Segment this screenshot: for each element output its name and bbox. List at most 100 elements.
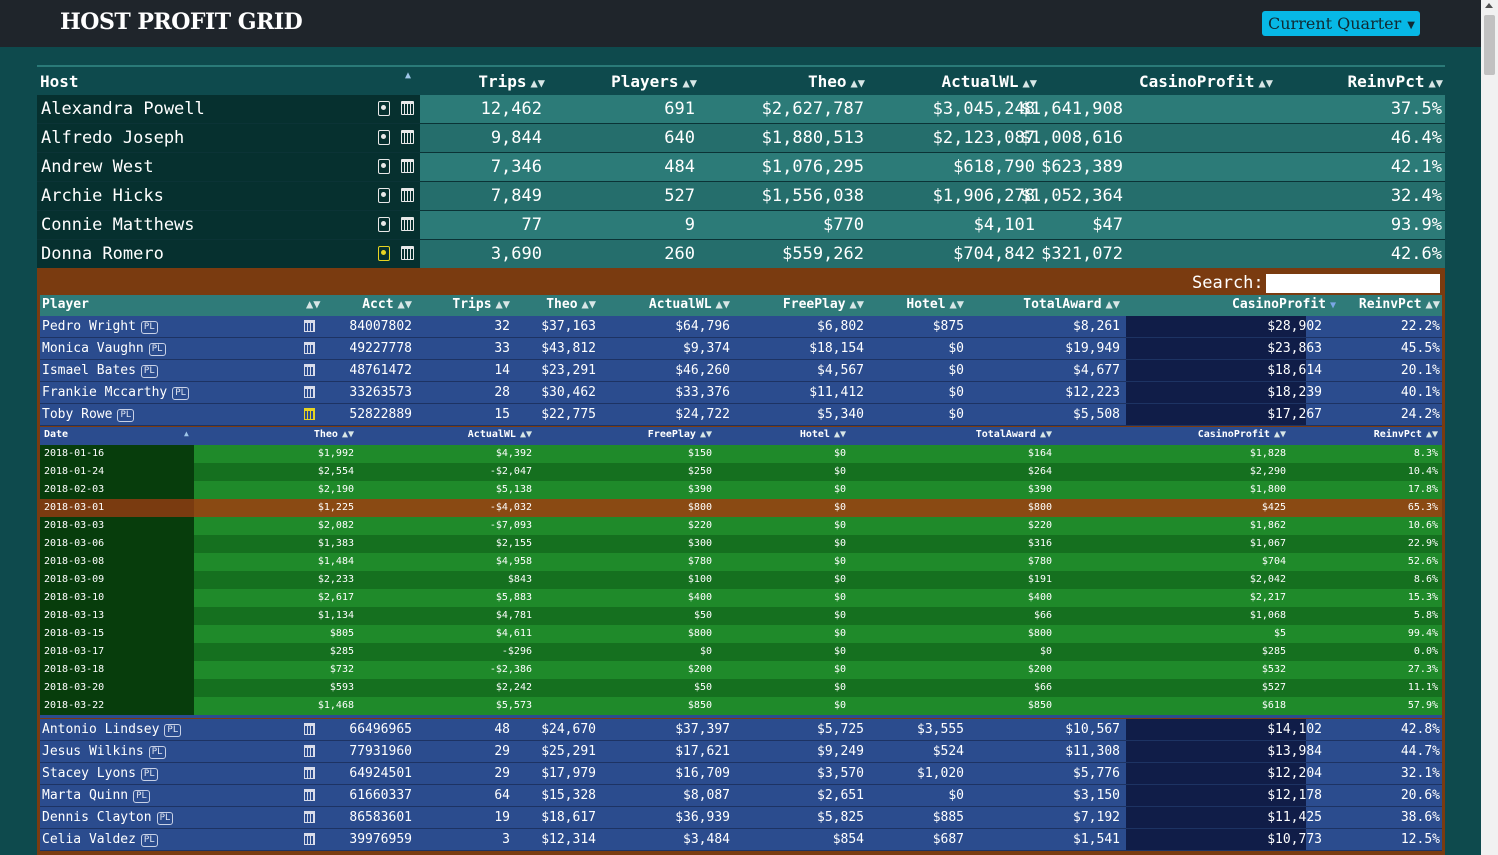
date-row[interactable]: 2018-03-18 $732 -$2,386 $200 $0 $200 $532 27.3% [40,661,1442,679]
calendar-icon[interactable] [304,811,315,823]
date-row[interactable]: 2018-02-03 $2,190 $5,138 $390 $0 $390 $1,800 17… [40,481,1442,499]
host-row[interactable]: Donna Romero $321,072 42.6% 3,690 260 $559,26… [37,240,1445,269]
pl-badge[interactable]: PL [148,746,166,759]
calendar-icon[interactable] [304,745,315,757]
col-casinoprofit[interactable]: CasinoProfit ▲▼ [1139,72,1273,91]
player-name-cell[interactable]: Dennis Clayton PL [42,807,174,828]
col-freeplay[interactable]: FreePlay ▲▼ [648,429,712,440]
player-row[interactable]: Monica Vaughn PL 49227778 33 $43,812 $9,374 $1… [40,338,1442,360]
pl-badge[interactable]: PL [133,790,150,803]
pl-badge[interactable]: PL [140,365,158,378]
col-casinoprofit[interactable]: CasinoProfit ▼ [1232,297,1336,312]
date-row[interactable]: 2018-03-13 $1,134 $4,781 $50 $0 $66 $1,068 5.8% [40,607,1442,625]
scroll-thumb[interactable] [1484,15,1495,75]
col-actualwl[interactable]: ActualWL ▲▼ [468,429,532,440]
sort-asc-icon[interactable]: ▲ [405,70,411,81]
calendar-icon[interactable] [304,789,315,801]
col-acct[interactable]: Acct ▲▼ [362,297,412,312]
host-name-cell[interactable]: Donna Romero [37,240,420,268]
player-name-cell[interactable]: Stacey Lyons PL [42,763,158,784]
pl-badge[interactable]: PL [156,812,174,825]
pl-badge[interactable]: PL [140,768,158,781]
host-name-cell[interactable]: Alfredo Joseph [37,124,420,152]
host-row[interactable]: Andrew West $623,389 42.1% 7,346 484 $1,076,2… [37,153,1445,182]
col-actualwl[interactable]: ActualWL ▲▼ [649,297,730,312]
player-list-icon[interactable] [378,159,390,174]
col-trips[interactable]: Trips ▲▼ [478,72,545,91]
date-row[interactable]: 2018-01-16 $1,992 $4,392 $150 $0 $164 $1,828 8.… [40,445,1442,463]
player-row[interactable]: Dennis Clayton PL 86583601 19 $18,617 $36,939… [40,807,1442,829]
col-player[interactable]: Player [42,297,89,312]
page-scrollbar[interactable] [1481,0,1498,855]
date-row[interactable]: 2018-03-10 $2,617 $5,883 $400 $0 $400 $2,217 15… [40,589,1442,607]
calendar-icon[interactable] [304,342,315,354]
col-reinvpct[interactable]: ReinvPct ▲▼ [1374,429,1438,440]
player-name-cell[interactable]: Monica Vaughn PL [42,338,166,359]
player-name-cell[interactable]: Jesus Wilkins PL [42,741,166,762]
col-theo[interactable]: Theo ▲▼ [546,297,596,312]
host-row[interactable]: Alfredo Joseph $1,008,616 46.4% 9,844 640 $1,… [37,124,1445,153]
calendar-icon[interactable] [401,246,414,260]
col-actualwl[interactable]: ActualWL ▲▼ [941,72,1037,91]
calendar-icon[interactable] [401,217,414,231]
date-row[interactable]: 2018-03-09 $2,233 $843 $100 $0 $191 $2,042 8.6% [40,571,1442,589]
date-row[interactable]: 2018-03-06 $1,383 $2,155 $300 $0 $316 $1,067 22… [40,535,1442,553]
col-host[interactable]: Host [40,72,79,91]
col-theo[interactable]: Theo ▲▼ [808,72,865,91]
search-input[interactable] [1266,274,1440,293]
host-name-cell[interactable]: Connie Matthews [37,211,420,239]
date-row[interactable]: 2018-03-17 $285 -$296 $0 $0 $0 $285 0.0% [40,643,1442,661]
player-row[interactable]: Frankie Mccarthy PL 33263573 28 $30,462 $33,3… [40,382,1442,404]
col-date[interactable]: Date [44,429,68,440]
pl-badge[interactable]: PL [117,409,135,422]
col-hotel[interactable]: Hotel ▲▼ [906,297,964,312]
col-reinvpct[interactable]: ReinvPct ▲▼ [1359,297,1440,312]
date-row[interactable]: 2018-03-08 $1,484 $4,958 $780 $0 $780 $704 52.6… [40,553,1442,571]
col-trips[interactable]: Trips ▲▼ [452,297,510,312]
calendar-icon[interactable] [304,408,315,420]
col-hotel[interactable]: Hotel ▲▼ [800,429,846,440]
player-row[interactable]: Celia Valdez PL 39976959 3 $12,314 $3,484 $854… [40,829,1442,851]
calendar-icon[interactable] [401,159,414,173]
col-reinvpct[interactable]: ReinvPct ▲▼ [1347,72,1443,91]
calendar-icon[interactable] [304,767,315,779]
calendar-icon[interactable] [401,188,414,202]
player-row[interactable]: Toby Rowe PL 52822889 15 $22,775 $24,722 $5,34… [40,404,1442,426]
sort-asc-icon[interactable]: ▲ [184,429,189,438]
date-row[interactable]: 2018-03-01 $1,225 -$4,032 $800 $0 $800 $425 65.… [40,499,1442,517]
pl-badge[interactable]: PL [172,387,190,400]
player-list-icon[interactable] [378,246,390,261]
player-row[interactable]: Marta Quinn PL 61660337 64 $15,328 $8,087 $2,6… [40,785,1442,807]
player-list-icon[interactable] [378,130,390,145]
sort-icon[interactable]: ▲▼ [302,297,320,312]
player-name-cell[interactable]: Marta Quinn PL [42,785,150,806]
pl-badge[interactable]: PL [164,724,182,737]
scroll-up-arrow-icon[interactable] [1485,3,1493,8]
host-name-cell[interactable]: Archie Hicks [37,182,420,210]
col-casinoprofit[interactable]: CasinoProfit ▲▼ [1198,429,1286,440]
player-name-cell[interactable]: Frankie Mccarthy PL [42,382,190,403]
player-name-cell[interactable]: Ismael Bates PL [42,360,158,381]
col-totalaward[interactable]: TotalAward ▲▼ [976,429,1052,440]
player-row[interactable]: Stacey Lyons PL 64924501 29 $17,979 $16,709 $3… [40,763,1442,785]
date-row[interactable]: 2018-03-22 $1,468 $5,573 $850 $0 $850 $618 57.9… [40,697,1442,715]
host-name-cell[interactable]: Andrew West [37,153,420,181]
player-list-icon[interactable] [378,101,390,116]
col-theo[interactable]: Theo ▲▼ [314,429,354,440]
calendar-icon[interactable] [304,833,315,845]
calendar-icon[interactable] [304,364,315,376]
pl-badge[interactable]: PL [140,321,158,334]
player-name-cell[interactable]: Pedro Wright PL [42,316,158,337]
calendar-icon[interactable] [304,723,315,735]
col-totalaward[interactable]: TotalAward ▲▼ [1023,297,1120,312]
player-row[interactable]: Antonio Lindsey PL 66496965 48 $24,670 $37,39… [40,719,1442,741]
host-name-cell[interactable]: Alexandra Powell [37,95,420,123]
pl-badge[interactable]: PL [148,343,166,356]
player-row[interactable]: Pedro Wright PL 84007802 32 $37,163 $64,796 $6… [40,316,1442,338]
player-name-cell[interactable]: Celia Valdez PL [42,829,158,850]
host-row[interactable]: Archie Hicks $1,052,364 32.4% 7,849 527 $1,55… [37,182,1445,211]
player-list-icon[interactable] [378,217,390,232]
player-row[interactable]: Ismael Bates PL 48761472 14 $23,291 $46,260 $4… [40,360,1442,382]
host-row[interactable]: Connie Matthews $47 93.9% 77 9 $770 $4,101 [37,211,1445,240]
player-name-cell[interactable]: Antonio Lindsey PL [42,719,182,740]
